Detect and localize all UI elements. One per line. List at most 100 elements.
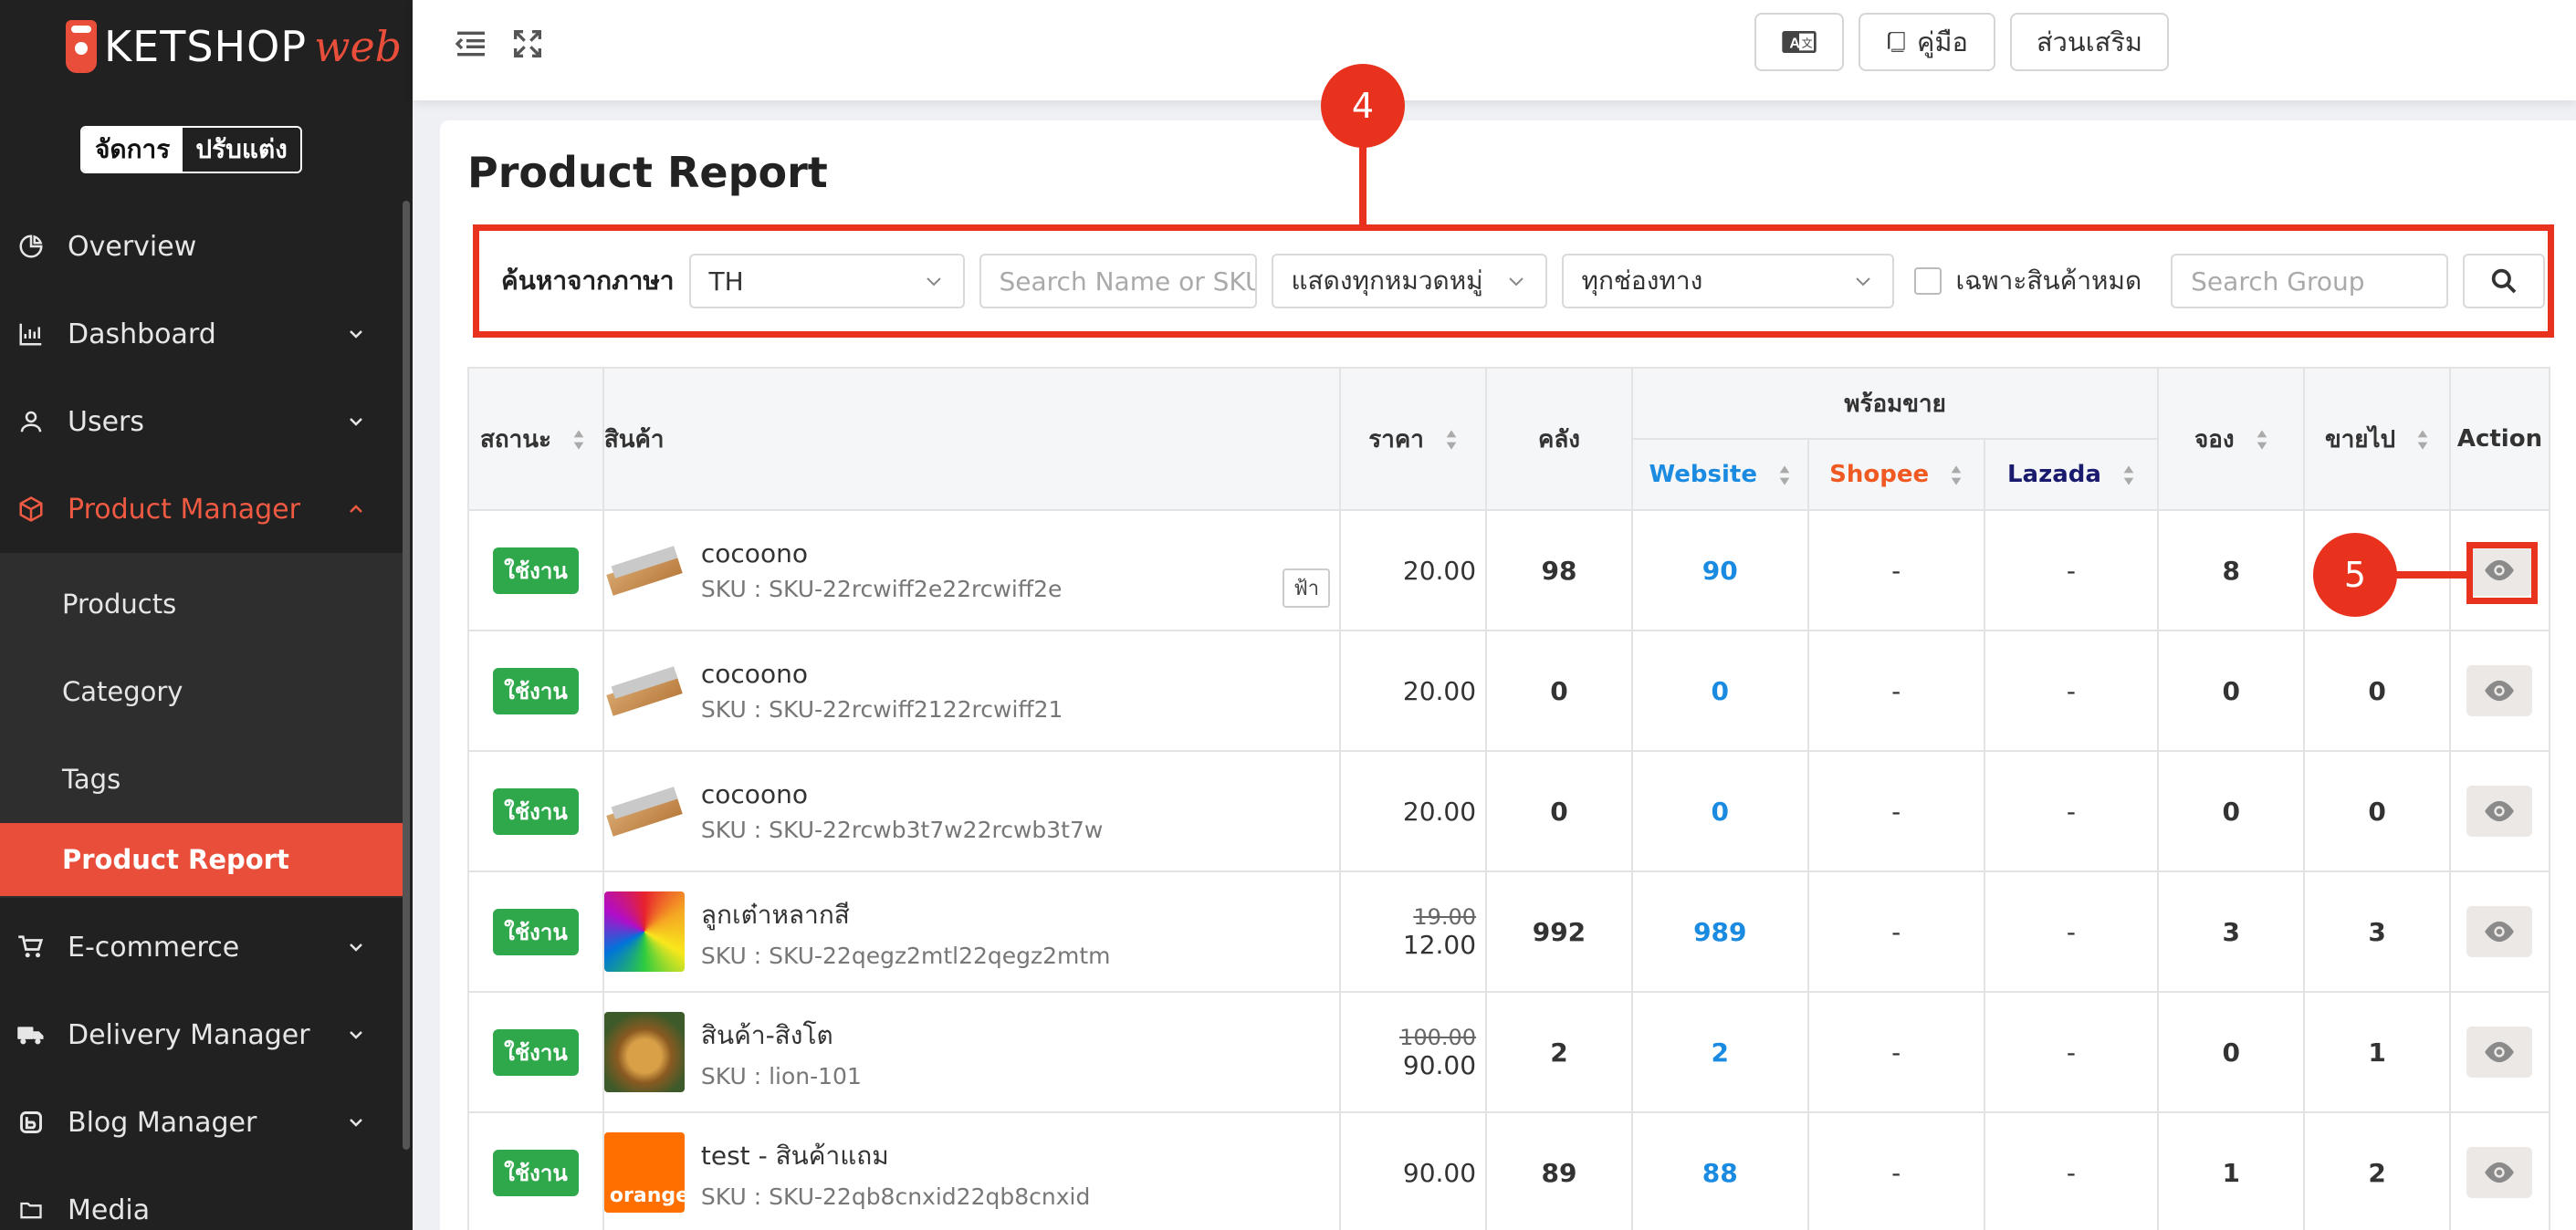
reserved-cell: 0 — [2157, 750, 2306, 872]
sidebar-scrollbar[interactable] — [403, 201, 410, 1150]
sidebar-item-users[interactable]: Users — [0, 378, 403, 465]
sort-icon[interactable] — [1778, 464, 1791, 486]
brand-suffix: web — [314, 22, 403, 71]
chevron-down-icon — [1508, 277, 1524, 287]
table-row: ใช้งาน orange test - สินค้าแถม SKU : SKU-22… — [467, 1111, 2551, 1230]
sidebar-item-ecommerce[interactable]: E-commerce — [0, 903, 403, 991]
view-button[interactable] — [2466, 1027, 2533, 1078]
column-header-shopee[interactable]: Shopee — [1806, 438, 1985, 511]
price-value: 20.00 — [1402, 555, 1477, 586]
sort-icon[interactable] — [1950, 464, 1963, 486]
chevron-down-icon — [350, 330, 362, 339]
sidebar-subitem-tags[interactable]: Tags — [0, 743, 403, 816]
sidebar-item-delivery-manager[interactable]: Delivery Manager — [0, 991, 403, 1079]
sort-icon[interactable] — [2256, 429, 2268, 451]
translate-button[interactable]: A文 — [1754, 13, 1844, 71]
channel-select-value: ทุกช่องทาง — [1581, 266, 1703, 296]
view-button[interactable] — [2466, 665, 2533, 716]
product-thumbnail[interactable] — [603, 891, 685, 972]
blog-icon — [16, 1108, 46, 1137]
product-name[interactable]: สินค้า-สิงโต — [701, 1016, 862, 1056]
reserved-cell: 3 — [2157, 870, 2306, 993]
page-title: Product Report — [467, 148, 828, 197]
view-button[interactable] — [2466, 1147, 2533, 1198]
column-header-status[interactable]: สถานะ — [467, 367, 604, 511]
column-header-sold[interactable]: ขายไป — [2303, 367, 2451, 511]
chevron-down-icon — [926, 277, 941, 287]
sort-icon[interactable] — [2416, 429, 2429, 451]
product-manager-submenu: Products Category Tags Product Report — [0, 553, 403, 898]
manual-button[interactable]: คู่มือ — [1859, 13, 1995, 71]
website-cell: 0 — [1630, 750, 1809, 872]
user-icon — [16, 407, 46, 436]
mode-customize-button[interactable]: ปรับแต่ง — [183, 128, 300, 172]
product-sku: SKU : SKU-22rcwb3t7w22rcwb3t7w — [700, 817, 1104, 843]
eye-icon — [2485, 800, 2515, 822]
action-cell — [2448, 991, 2551, 1113]
price-value: 20.00 — [1402, 675, 1477, 706]
column-header-label: จอง — [2194, 425, 2235, 453]
column-header-reserved[interactable]: จอง — [2157, 367, 2306, 511]
sidebar-item-label: E-commerce — [68, 931, 240, 964]
sort-icon[interactable] — [2122, 464, 2135, 486]
search-group-placeholder: Search Group — [2191, 266, 2365, 297]
product-thumbnail[interactable] — [603, 771, 685, 851]
pie-chart-icon — [16, 232, 46, 261]
search-button[interactable] — [2463, 254, 2546, 308]
search-name-sku-input[interactable]: Search Name or SKU — [979, 254, 1257, 308]
view-button[interactable] — [2466, 786, 2533, 837]
chevron-down-icon — [350, 943, 362, 952]
product-report-table: สถานะ สินค้า ราคา คลัง พร้อมขาย จอง ขายไ… — [467, 367, 2551, 1230]
mode-manage-button[interactable]: จัดการ — [82, 128, 183, 172]
sidebar-item-product-manager[interactable]: Product Manager — [0, 465, 403, 553]
search-group-input[interactable]: Search Group — [2171, 254, 2449, 308]
product-name[interactable]: test - สินค้าแถม — [701, 1136, 1090, 1176]
product-cell: orange test - สินค้าแถม SKU : SKU-22qb8cnx… — [602, 1111, 1342, 1230]
column-header-stock: คลัง — [1485, 367, 1633, 511]
sidebar-subitem-category[interactable]: Category — [0, 655, 403, 728]
sidebar-item-media[interactable]: Media — [0, 1166, 403, 1230]
sidebar-item-label: Product Manager — [68, 493, 300, 526]
column-header-price[interactable]: ราคา — [1339, 367, 1488, 511]
sidebar-item-overview[interactable]: Overview — [0, 203, 403, 290]
sidebar-item-blog-manager[interactable]: Blog Manager — [0, 1079, 403, 1166]
column-header-website[interactable]: Website — [1630, 438, 1809, 511]
price-value: 12.00 — [1402, 929, 1477, 960]
cart-icon — [16, 933, 46, 962]
channel-select[interactable]: ทุกช่องทาง — [1561, 254, 1894, 308]
addons-button[interactable]: ส่วนเสริม — [2010, 13, 2169, 71]
checkbox-box[interactable] — [1913, 267, 1942, 295]
product-name[interactable]: ลูกเต๋าหลากสี — [701, 895, 1111, 935]
website-cell: 90 — [1630, 509, 1809, 631]
product-thumbnail[interactable] — [603, 530, 685, 610]
product-thumbnail[interactable] — [603, 1012, 685, 1092]
status-badge: ใช้งาน — [493, 547, 579, 594]
view-button[interactable] — [2466, 906, 2533, 957]
brand-logo[interactable]: KETSHOP web — [66, 15, 402, 78]
status-badge: ใช้งาน — [493, 1149, 579, 1196]
lazada-cell: - — [1983, 630, 2160, 752]
shopee-cell: - — [1806, 630, 1985, 752]
callout-action-highlight — [2466, 542, 2538, 604]
column-header-lazada[interactable]: Lazada — [1983, 438, 2160, 511]
collapse-menu-icon[interactable] — [453, 26, 489, 62]
product-name[interactable]: cocoono — [701, 538, 1063, 568]
fullscreen-icon[interactable] — [509, 26, 546, 62]
product-name[interactable]: cocoono — [701, 659, 1063, 689]
eye-icon — [2485, 1162, 2515, 1183]
language-select[interactable]: TH — [688, 254, 965, 308]
out-of-stock-checkbox[interactable]: เฉพาะสินค้าหมด — [1913, 261, 2141, 301]
sidebar-subitem-product-report[interactable]: Product Report — [0, 823, 403, 896]
category-select[interactable]: แสดงทุกหมวดหมู่ — [1271, 254, 1547, 308]
product-thumbnail[interactable]: orange — [603, 1132, 685, 1213]
sort-icon[interactable] — [572, 429, 585, 451]
column-header-label: Lazada — [2006, 461, 2101, 488]
column-header-product: สินค้า — [602, 367, 1342, 511]
product-name[interactable]: cocoono — [701, 779, 1103, 809]
eye-icon — [2485, 680, 2515, 702]
reserved-cell: 0 — [2157, 991, 2306, 1113]
sidebar-item-dashboard[interactable]: Dashboard — [0, 290, 403, 378]
product-thumbnail[interactable] — [603, 651, 685, 731]
sort-icon[interactable] — [1445, 429, 1458, 451]
sidebar-subitem-products[interactable]: Products — [0, 568, 403, 641]
